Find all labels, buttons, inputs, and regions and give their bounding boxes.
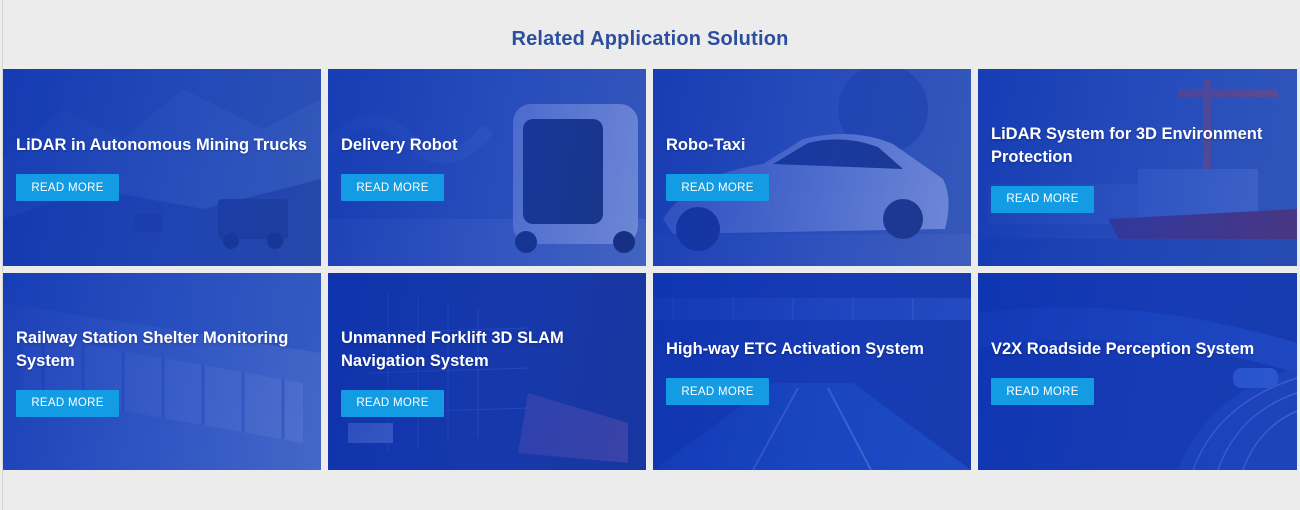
card-title: LiDAR System for 3D Environment Protecti…	[991, 124, 1263, 166]
read-more-button[interactable]: READ MORE	[991, 185, 1094, 213]
read-more-button[interactable]: READ MORE	[991, 378, 1094, 405]
card-content: Railway Station Shelter Monitoring Syste…	[16, 273, 307, 470]
read-more-button[interactable]: READ MORE	[16, 174, 119, 201]
solution-card-mining[interactable]: LiDAR in Autonomous Mining Trucks READ M…	[3, 69, 321, 266]
read-more-button[interactable]: READ MORE	[666, 378, 769, 405]
card-content: Robo-Taxi READ MORE	[666, 69, 957, 266]
card-title: LiDAR in Autonomous Mining Trucks	[16, 136, 307, 154]
card-title: Delivery Robot	[341, 136, 458, 154]
card-content: High-way ETC Activation System READ MORE	[666, 273, 957, 470]
solution-card-robo-taxi[interactable]: Robo-Taxi READ MORE	[653, 69, 971, 266]
section-title: Related Application Solution	[511, 28, 789, 50]
solution-card-environment-protection[interactable]: LiDAR System for 3D Environment Protecti…	[978, 69, 1297, 266]
card-content: LiDAR in Autonomous Mining Trucks READ M…	[16, 69, 307, 266]
card-content: Delivery Robot READ MORE	[341, 69, 632, 266]
card-title: Robo-Taxi	[666, 136, 746, 154]
card-title: Railway Station Shelter Monitoring Syste…	[16, 328, 289, 370]
card-content: LiDAR System for 3D Environment Protecti…	[991, 69, 1283, 266]
read-more-button[interactable]: READ MORE	[341, 174, 444, 201]
read-more-button[interactable]: READ MORE	[16, 389, 119, 417]
card-title: Unmanned Forklift 3D SLAM Navigation Sys…	[341, 328, 564, 370]
solution-card-highway-etc[interactable]: High-way ETC Activation System READ MORE	[653, 273, 971, 470]
card-title: High-way ETC Activation System	[666, 340, 924, 358]
card-content: Unmanned Forklift 3D SLAM Navigation Sys…	[341, 273, 632, 470]
card-content: V2X Roadside Perception System READ MORE	[991, 273, 1283, 470]
card-title: V2X Roadside Perception System	[991, 340, 1255, 358]
solution-card-grid: LiDAR in Autonomous Mining Trucks READ M…	[3, 69, 1297, 470]
solution-card-railway-shelter[interactable]: Railway Station Shelter Monitoring Syste…	[3, 273, 321, 470]
solution-card-v2x[interactable]: V2X Roadside Perception System READ MORE	[978, 273, 1297, 470]
solution-card-forklift-slam[interactable]: Unmanned Forklift 3D SLAM Navigation Sys…	[328, 273, 646, 470]
solution-card-delivery-robot[interactable]: Delivery Robot READ MORE	[328, 69, 646, 266]
read-more-button[interactable]: READ MORE	[666, 174, 769, 201]
read-more-button[interactable]: READ MORE	[341, 389, 444, 417]
